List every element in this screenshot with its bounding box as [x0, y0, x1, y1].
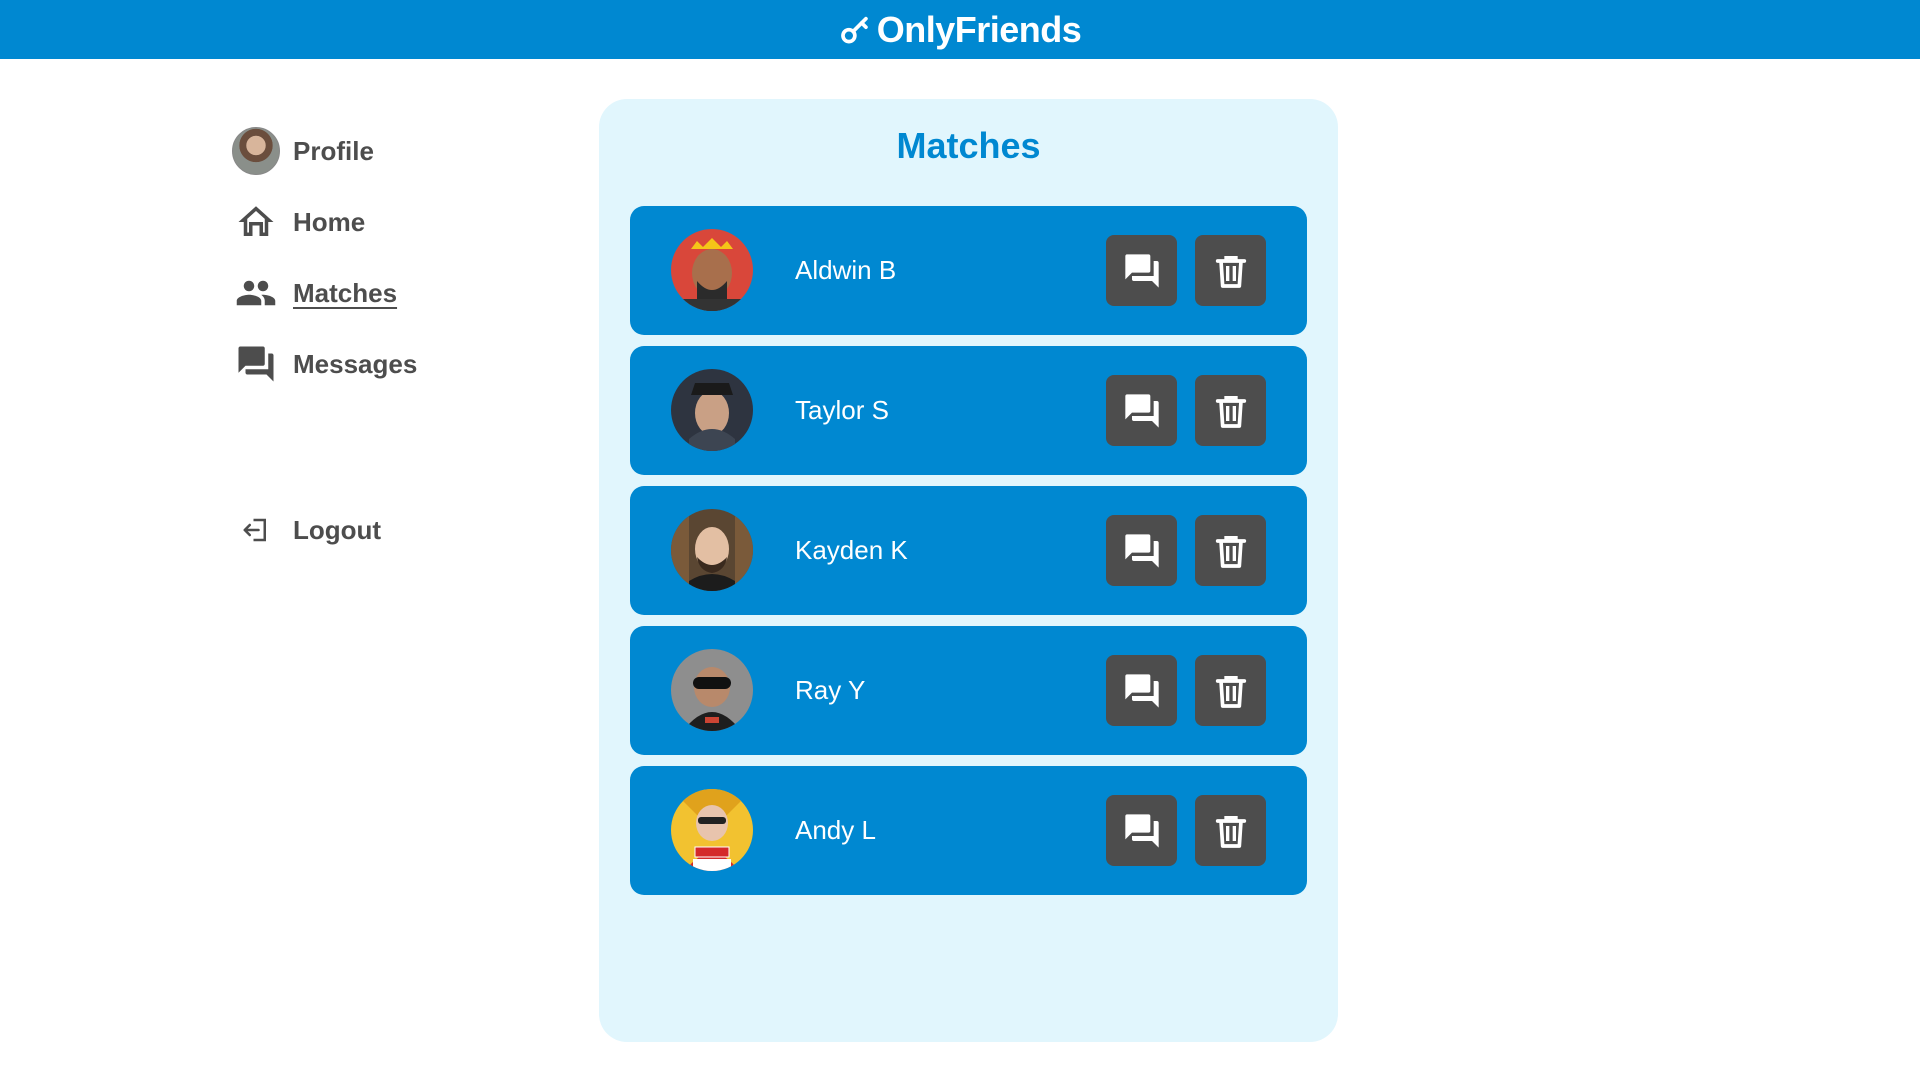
delete-button[interactable]	[1195, 235, 1266, 306]
logout-icon	[232, 506, 280, 554]
match-card: Ray Y	[630, 626, 1307, 755]
delete-button[interactable]	[1195, 655, 1266, 726]
key-icon	[840, 16, 868, 43]
sidebar-item-matches[interactable]: Matches	[232, 269, 532, 317]
avatar[interactable]	[671, 369, 753, 451]
home-icon	[232, 198, 280, 246]
message-button[interactable]	[1106, 375, 1177, 446]
match-card: Andy L	[630, 766, 1307, 895]
message-button[interactable]	[1106, 655, 1177, 726]
page-title: Matches	[896, 125, 1041, 166]
message-button[interactable]	[1106, 795, 1177, 866]
match-card: Kayden K	[630, 486, 1307, 615]
delete-button[interactable]	[1195, 515, 1266, 586]
matches-panel: Matches Aldwin B Taylor S Kayden K Ray Y…	[599, 99, 1338, 1042]
delete-button[interactable]	[1195, 375, 1266, 446]
brand-logo[interactable]: OnlyFriends	[839, 9, 1082, 51]
match-card: Taylor S	[630, 346, 1307, 475]
chat-icon	[1124, 533, 1159, 568]
sidebar-item-logout[interactable]: Logout	[232, 506, 532, 554]
match-card: Aldwin B	[630, 206, 1307, 335]
match-name: Kayden K	[795, 535, 908, 565]
avatar[interactable]	[671, 789, 753, 871]
sidebar-item-label: Profile	[293, 135, 374, 166]
delete-button[interactable]	[1195, 795, 1266, 866]
sidebar-item-profile[interactable]: Profile	[232, 127, 532, 175]
message-button[interactable]	[1106, 515, 1177, 586]
avatar[interactable]	[671, 509, 753, 591]
chat-icon	[232, 340, 280, 388]
profile-avatar	[232, 127, 280, 175]
match-name: Ray Y	[795, 675, 866, 705]
sidebar-item-label: Messages	[293, 348, 418, 379]
chat-icon	[1124, 393, 1159, 428]
match-name: Aldwin B	[795, 255, 897, 285]
message-button[interactable]	[1106, 235, 1177, 306]
trash-icon	[1215, 815, 1246, 848]
avatar[interactable]	[671, 649, 753, 731]
match-name: Andy L	[795, 815, 876, 845]
trash-icon	[1215, 255, 1246, 288]
trash-icon	[1215, 675, 1246, 708]
avatar[interactable]	[671, 229, 753, 311]
sidebar-item-messages[interactable]: Messages	[232, 340, 532, 388]
sidebar-item-home[interactable]: Home	[232, 198, 532, 246]
sidebar: Profile Home Matches Messages Logout	[232, 127, 532, 577]
trash-icon	[1215, 395, 1246, 428]
chat-icon	[1124, 673, 1159, 708]
sidebar-item-label: Home	[293, 206, 366, 237]
sidebar-item-label: Logout	[293, 514, 382, 545]
people-icon	[232, 269, 280, 317]
brand-name: OnlyFriends	[876, 8, 1082, 50]
match-name: Taylor S	[795, 395, 889, 425]
top-bar: OnlyFriends	[0, 0, 1920, 59]
chat-icon	[1124, 253, 1159, 288]
matches-list: Aldwin B Taylor S Kayden K Ray Y Andy L	[630, 206, 1307, 906]
sidebar-item-label: Matches	[293, 277, 398, 308]
trash-icon	[1215, 535, 1246, 568]
chat-icon	[1124, 813, 1159, 848]
